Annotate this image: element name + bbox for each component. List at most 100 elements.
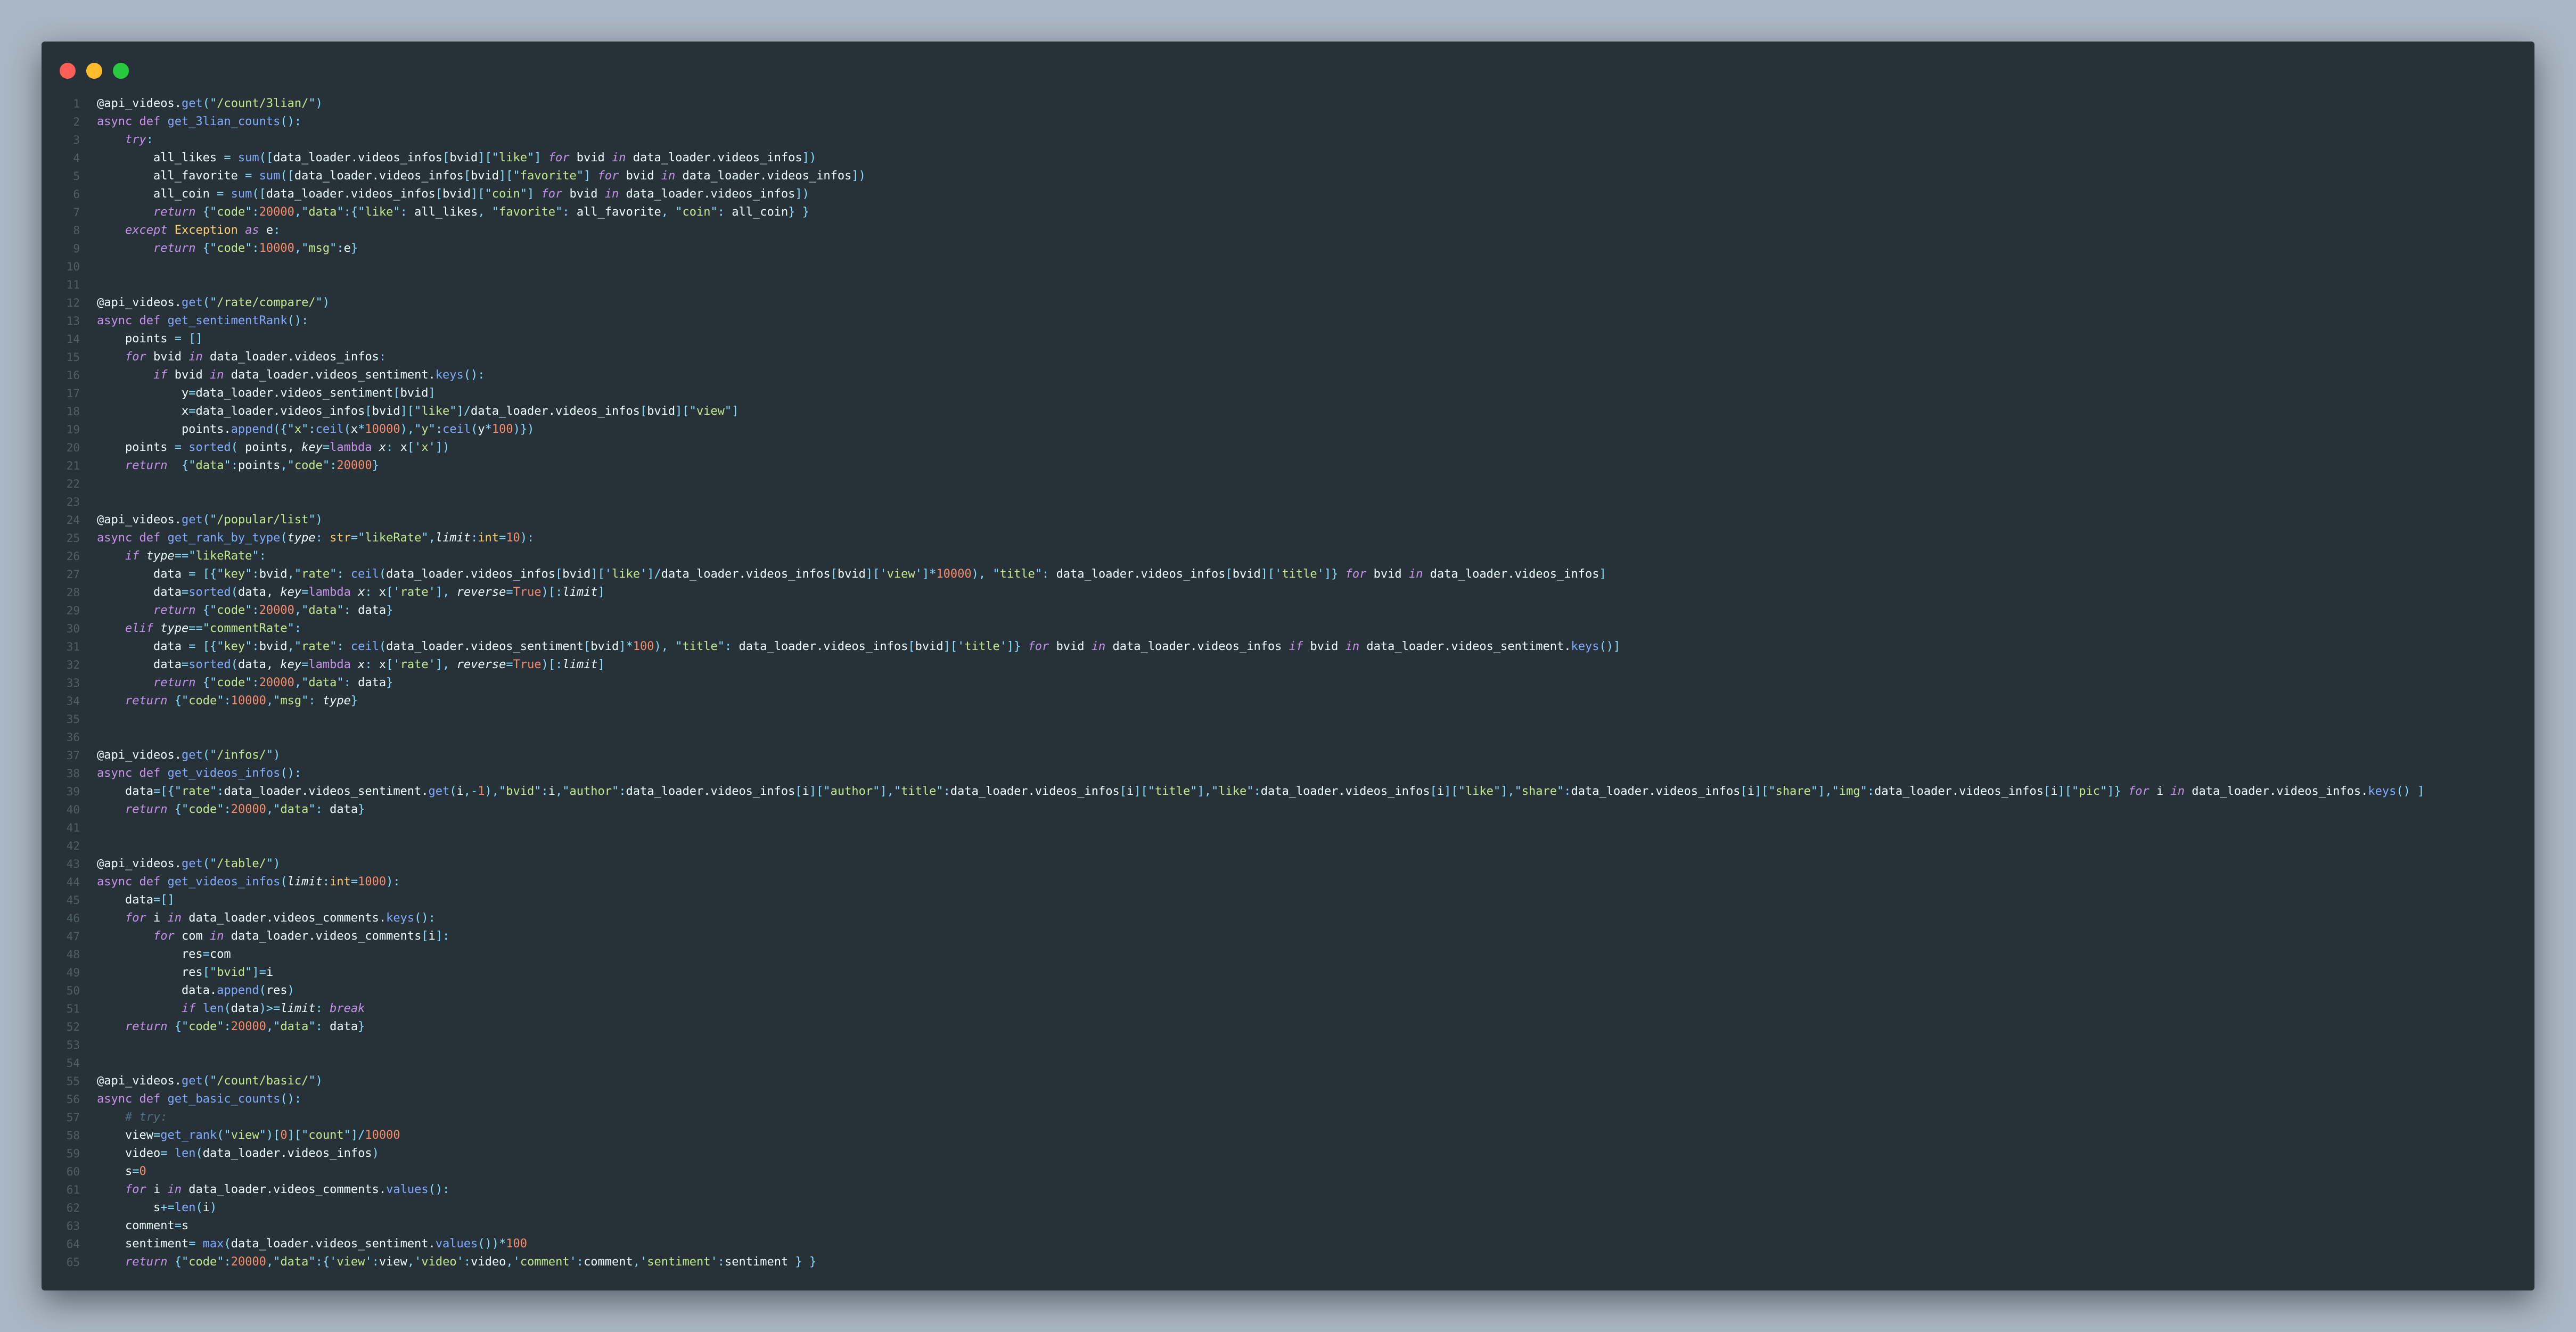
code-token: ([ [259, 151, 274, 165]
code-token: like [612, 568, 640, 581]
line-number: 50 [66, 984, 80, 997]
code-token: data_loader.videos_infos [1874, 785, 2044, 798]
code-token: (): [414, 911, 436, 925]
code-token: bvid [449, 151, 478, 165]
code-token: ]) [802, 151, 817, 165]
code-token: )[: [541, 586, 563, 599]
code-token: data [358, 676, 387, 689]
code-token: {" [202, 676, 217, 689]
code-token: ( [231, 441, 238, 454]
code-token: ][" [471, 187, 492, 201]
code-line: 46 for i in data_loader.videos_comments.… [42, 909, 2534, 927]
code-token: [ [830, 568, 838, 581]
code-token: async def [97, 314, 168, 327]
code-token: 20000 [231, 1255, 266, 1269]
code-text: @api_videos.get("/rate/compare/") [97, 294, 330, 312]
code-token: in [1091, 640, 1106, 653]
close-button[interactable] [60, 63, 76, 79]
code-token: pic [2079, 785, 2101, 798]
code-token: : [146, 133, 153, 146]
code-token: , " [478, 205, 499, 219]
code-token: return [125, 459, 168, 472]
code-token: : [273, 224, 281, 237]
code-line: 13 async def get_sentimentRank(): [42, 312, 2534, 330]
line-number: 45 [66, 894, 80, 907]
code-token: {" [174, 1020, 189, 1033]
code-token: points [97, 441, 175, 454]
code-token: = [499, 531, 506, 545]
code-token: ), " [971, 568, 1000, 581]
code-token: favorite [499, 205, 556, 219]
code-text: all_likes = sum([data_loader.videos_info… [97, 149, 816, 167]
code-token: in [167, 1183, 182, 1196]
code-text: data.append(res) [97, 982, 294, 1000]
line-number: 38 [66, 767, 80, 780]
code-text: return {"code":10000,"msg":e} [97, 240, 358, 258]
code-text: video= len(data_loader.videos_infos) [97, 1145, 379, 1163]
code-token: type [322, 694, 351, 708]
code-token: get_basic_counts [167, 1092, 281, 1106]
line-number: 61 [66, 1183, 80, 1196]
code-token: [' [407, 441, 422, 454]
line-number: 32 [66, 659, 80, 671]
code-token: [ [1119, 785, 1127, 798]
code-token: 0 [139, 1165, 146, 1178]
code-token: reverse [456, 658, 506, 671]
code-token: /table/ [217, 857, 266, 870]
code-token: all_coin [732, 205, 789, 219]
code-token: limit [435, 531, 471, 545]
code-token: ": [555, 205, 577, 219]
code-token: data, [237, 658, 281, 671]
line-number: 39 [66, 785, 80, 798]
code-token: data_loader.videos_infos [386, 568, 556, 581]
code-token: ," [266, 694, 281, 708]
code-token: data_loader.videos_infos [202, 350, 379, 364]
code-token: (" [202, 857, 217, 870]
code-editor[interactable]: 1 @api_videos.get("/count/3lian/") 2 async … [42, 95, 2534, 1271]
code-token: ']} [999, 640, 1028, 653]
code-token: 20000 [337, 459, 372, 472]
maximize-button[interactable] [113, 63, 129, 79]
code-token: , " [661, 205, 683, 219]
code-token: append [217, 984, 259, 997]
code-token: ( [231, 586, 238, 599]
code-token: Exception [174, 224, 238, 237]
code-text: # try: [97, 1108, 167, 1127]
code-token: [ [1225, 568, 1233, 581]
code-token: ": [717, 640, 739, 653]
code-text: elif type=="commentRate": [97, 620, 301, 638]
code-token: for [1345, 568, 1367, 581]
code-text: for i in data_loader.videos_comments.val… [97, 1181, 449, 1199]
code-token: bvid [146, 350, 189, 364]
code-line: 33 return {"code":20000,"data": data} [42, 674, 2534, 692]
code-token: )," [400, 423, 422, 436]
code-line: 20 points = sorted( points, key=lambda x… [42, 439, 2534, 457]
code-token: "]," [873, 785, 901, 798]
code-token: data_loader.videos_infos [619, 187, 795, 201]
code-token: [ [908, 640, 915, 653]
code-line: 7 return {"code":20000,"data":{"like": a… [42, 203, 2534, 221]
code-token: data_loader.videos_infos [675, 169, 852, 183]
code-token: data_loader.videos_comments. [181, 1183, 387, 1196]
line-number: 20 [66, 441, 80, 454]
code-text: return {"code":20000,"data": data} [97, 674, 393, 692]
code-token: ==" [174, 549, 196, 563]
code-token: bvid [590, 640, 619, 653]
code-token: 100 [506, 1237, 528, 1251]
code-token: bvid [372, 405, 400, 418]
minimize-button[interactable] [86, 63, 102, 79]
code-token: ceil [315, 423, 344, 436]
code-line: 36 [42, 728, 2534, 746]
code-token: values [386, 1183, 429, 1196]
code-token: ": [330, 242, 344, 255]
line-number: 58 [66, 1129, 80, 1142]
code-line: 57 # try: [42, 1108, 2534, 1127]
code-text: data=sorted(data, key=lambda x: x['rate'… [97, 583, 605, 602]
